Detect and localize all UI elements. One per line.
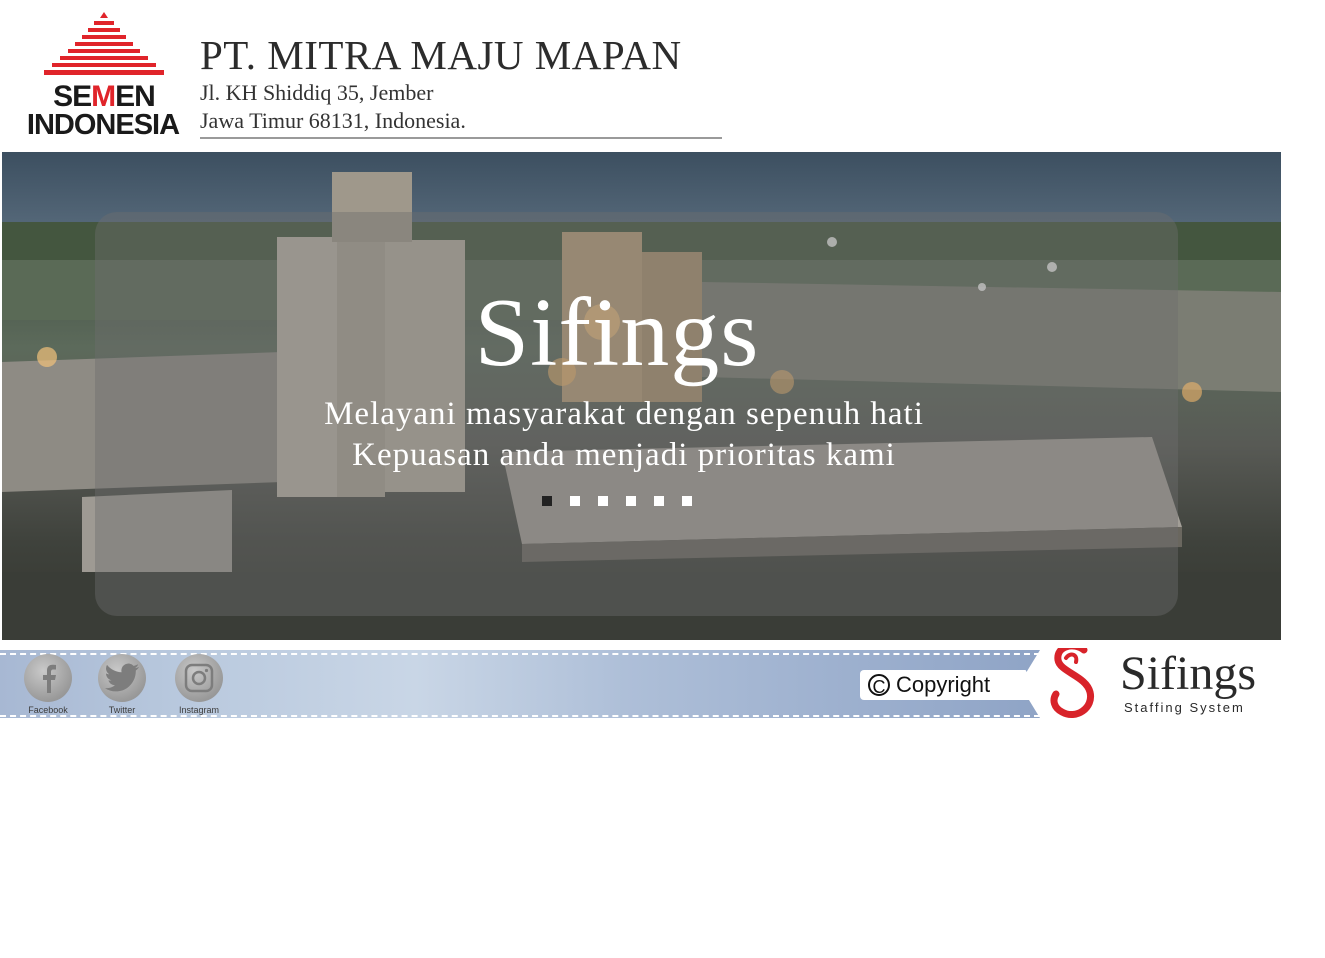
footer-dashed-border-top <box>0 653 1040 655</box>
company-name: PT. MITRA MAJU MAPAN <box>200 32 682 78</box>
address-line-1: Jl. KH Shiddiq 35, Jember <box>200 80 434 105</box>
copyright-notice: C Copyright <box>860 670 1040 700</box>
instagram-link[interactable]: Instagram <box>169 654 229 715</box>
slider-dot-2[interactable] <box>570 496 580 506</box>
hero-subtitle-line-1: Melayani masyarakat dengan sepenuh hati <box>324 396 924 432</box>
instagram-icon <box>175 654 223 702</box>
copyright-icon: C <box>868 674 890 697</box>
slider-dot-4[interactable] <box>626 496 636 506</box>
footer: Facebook Twitter Instagram C Copyright S… <box>0 648 1282 720</box>
slider-dot-3[interactable] <box>598 496 608 506</box>
slider-pagination <box>542 496 692 508</box>
twitter-icon <box>98 654 146 702</box>
hero-title: Sifings <box>474 279 760 387</box>
header-divider <box>200 137 722 139</box>
facebook-label: Facebook <box>28 705 68 715</box>
brand-tagline: Staffing System <box>1124 700 1245 715</box>
slider-dot-5[interactable] <box>654 496 664 506</box>
address-line-2: Jawa Timur 68131, Indonesia. <box>200 108 466 133</box>
logo-word-semen: SEMEN <box>53 80 156 113</box>
hero-slider[interactable]: Sifings Melayani masyarakat dengan sepen… <box>2 152 1281 640</box>
slider-dot-1[interactable] <box>542 496 552 506</box>
semen-indonesia-logo[interactable]: SEMEN INDONESIA <box>18 10 188 140</box>
copyright-label: Copyright <box>896 672 991 697</box>
brand-name: Sifings <box>1120 648 1257 700</box>
twitter-link[interactable]: Twitter <box>92 654 152 715</box>
hero-subtitle-line-2: Kepuasan anda menjadi prioritas kami <box>352 437 896 473</box>
sifings-s-logo-icon <box>1050 648 1095 718</box>
footer-dashed-border-bottom <box>0 715 1040 717</box>
facebook-icon <box>24 654 72 702</box>
instagram-label: Instagram <box>178 705 220 715</box>
header: SEMEN INDONESIA PT. MITRA MAJU MAPAN Jl.… <box>0 0 1282 150</box>
slider-dot-6[interactable] <box>682 496 692 506</box>
semen-indonesia-tower-icon <box>44 12 164 75</box>
twitter-label: Twitter <box>108 705 136 715</box>
facebook-link[interactable]: Facebook <box>18 654 78 715</box>
logo-word-indonesia: INDONESIA <box>26 109 180 141</box>
